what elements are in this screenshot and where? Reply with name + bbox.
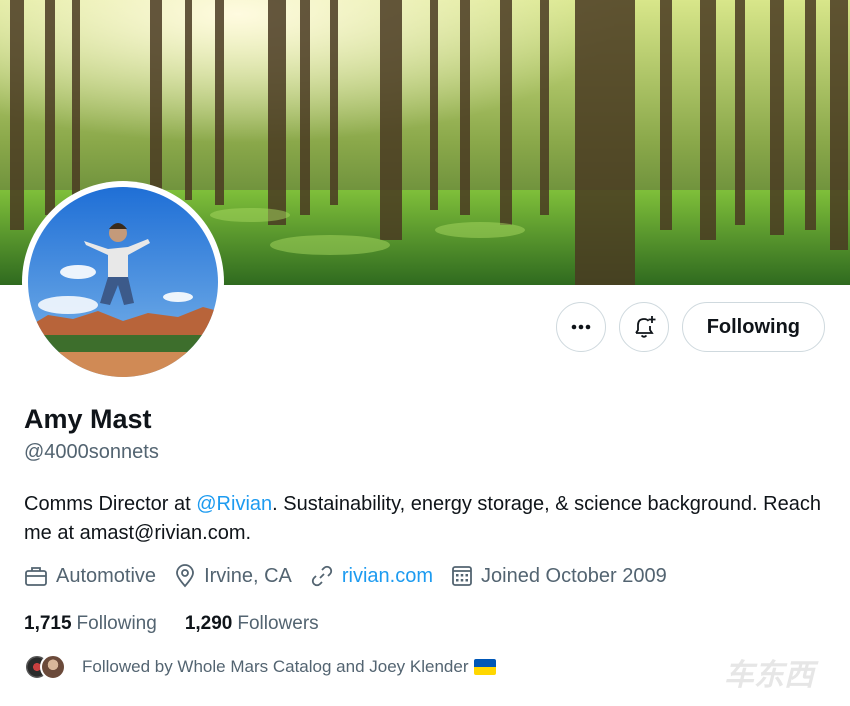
following-label: Following bbox=[76, 613, 157, 634]
profile-stats: 1,715 Following 1,290 Followers bbox=[24, 613, 347, 635]
following-button[interactable]: Following bbox=[681, 302, 825, 352]
profile-avatar[interactable] bbox=[22, 181, 224, 383]
bell-plus-icon bbox=[634, 316, 656, 338]
following-stat[interactable]: 1,715 Following bbox=[24, 613, 157, 635]
location-pin-icon bbox=[176, 564, 194, 588]
notify-button[interactable] bbox=[618, 302, 669, 352]
followers-label: Followers bbox=[237, 613, 319, 634]
meta-location: Irvine, CA bbox=[174, 564, 292, 588]
meta-category: Automotive bbox=[24, 565, 156, 588]
ukraine-flag-icon bbox=[474, 659, 497, 675]
followed-by-avatars bbox=[24, 654, 66, 680]
meta-website-link[interactable]: rivian.com bbox=[342, 565, 433, 588]
meta-joined: Joined October 2009 bbox=[451, 565, 667, 588]
meta-website[interactable]: rivian.com bbox=[310, 564, 433, 588]
followed-by[interactable]: Followed by Whole Mars Catalog and Joey … bbox=[24, 654, 497, 680]
briefcase-icon bbox=[25, 567, 47, 586]
following-count: 1,715 bbox=[24, 613, 72, 634]
watermark-logo: 车东西 bbox=[724, 659, 814, 692]
meta-joined-label: Joined October 2009 bbox=[481, 564, 667, 587]
profile-actions: Following bbox=[555, 302, 825, 352]
followers-stat[interactable]: 1,290 Followers bbox=[185, 613, 319, 635]
profile-bio: Comms Director at @Rivian. Sustainabilit… bbox=[24, 490, 824, 548]
profile-name: Amy Mast bbox=[24, 404, 152, 434]
more-button[interactable] bbox=[555, 302, 606, 352]
calendar-icon bbox=[452, 566, 472, 586]
meta-category-label: Automotive bbox=[56, 564, 157, 587]
bio-mention-link[interactable]: @Rivian bbox=[196, 493, 272, 515]
meta-location-label: Irvine, CA bbox=[204, 564, 292, 587]
bio-text: Comms Director at bbox=[24, 493, 197, 515]
mini-avatar bbox=[40, 654, 66, 680]
profile-handle: @4000sonnets bbox=[24, 441, 159, 463]
more-icon bbox=[571, 324, 590, 330]
profile-meta: Automotive Irvine, CA rivian.com Joined … bbox=[24, 564, 685, 588]
followers-count: 1,290 bbox=[184, 613, 233, 634]
link-icon bbox=[311, 565, 333, 587]
followed-by-text: Followed by Whole Mars Catalog and Joey … bbox=[82, 657, 469, 676]
